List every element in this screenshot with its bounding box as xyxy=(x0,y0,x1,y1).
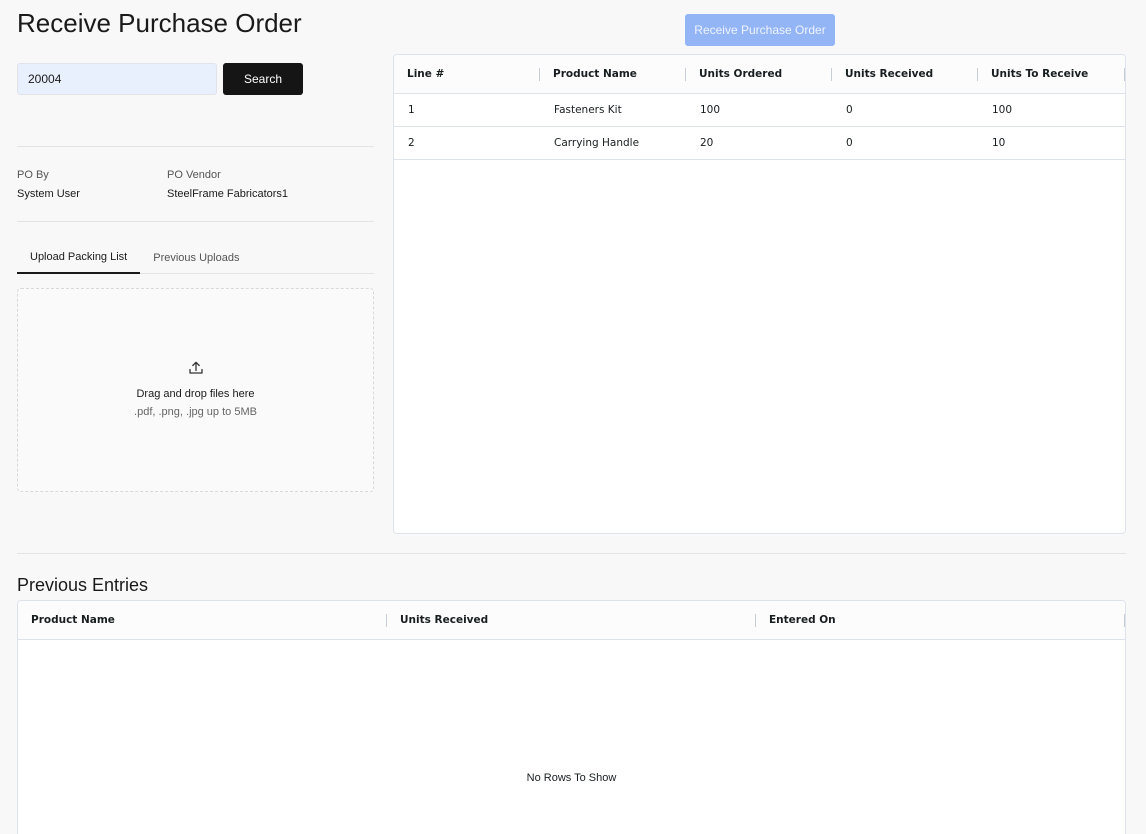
no-rows-message: No Rows To Show xyxy=(526,772,617,784)
column-header-line[interactable]: Line # xyxy=(394,55,540,93)
po-vendor-value: SteelFrame Fabricators1 xyxy=(167,188,289,200)
cell-line: 2 xyxy=(408,137,415,149)
receive-purchase-order-button[interactable]: Receive Purchase Order xyxy=(685,14,835,46)
tab-upload-packing-list[interactable]: Upload Packing List xyxy=(17,241,141,274)
column-header-units-to-receive[interactable]: Units To Receive xyxy=(978,55,1125,93)
cell-units-ordered: 100 xyxy=(700,104,721,116)
table-row[interactable]: 1 Fasteners Kit 100 0 100 xyxy=(394,94,1125,127)
grid-header: Line # Product Name Units Ordered Units … xyxy=(394,55,1125,94)
cell-units-to-receive[interactable]: 10 xyxy=(978,127,1125,159)
po-by-label: PO By xyxy=(17,169,49,181)
column-header-units-received[interactable]: Units Received xyxy=(832,55,978,93)
po-lines-grid: Line # Product Name Units Ordered Units … xyxy=(393,54,1126,534)
divider xyxy=(17,146,374,147)
dropzone-main-text: Drag and drop files here xyxy=(136,388,255,400)
column-header-units-received[interactable]: Units Received xyxy=(387,601,756,639)
po-vendor-label: PO Vendor xyxy=(167,169,221,181)
cell-units-to-receive[interactable]: 100 xyxy=(978,94,1125,126)
po-search-input[interactable] xyxy=(17,63,217,95)
cell-units-received: 0 xyxy=(846,104,853,116)
search-button[interactable]: Search xyxy=(223,63,303,95)
column-header-product-name[interactable]: Product Name xyxy=(540,55,686,93)
column-header-entered-on[interactable]: Entered On xyxy=(756,601,1125,639)
divider xyxy=(17,221,374,222)
upload-icon xyxy=(188,361,203,374)
tab-previous-uploads[interactable]: Previous Uploads xyxy=(140,241,252,274)
cell-units-received: 0 xyxy=(846,137,853,149)
upload-tabs: Upload Packing List Previous Uploads xyxy=(17,241,374,274)
previous-entries-title: Previous Entries xyxy=(17,575,149,595)
table-row[interactable]: 2 Carrying Handle 20 0 10 xyxy=(394,127,1125,160)
po-by-value: System User xyxy=(17,188,80,200)
cell-product-name: Fasteners Kit xyxy=(554,104,622,116)
file-dropzone[interactable]: Drag and drop files here .pdf, .png, .jp… xyxy=(17,288,374,492)
page-title: Receive Purchase Order xyxy=(17,8,302,38)
column-header-product-name[interactable]: Product Name xyxy=(18,601,387,639)
dropzone-sub-text: .pdf, .png, .jpg up to 5MB xyxy=(134,406,257,418)
grid-header: Product Name Units Received Entered On xyxy=(18,601,1125,640)
cell-product-name: Carrying Handle xyxy=(554,137,640,149)
divider xyxy=(17,553,1126,554)
cell-line: 1 xyxy=(408,104,415,116)
column-header-units-ordered[interactable]: Units Ordered xyxy=(686,55,832,93)
previous-entries-grid: Product Name Units Received Entered On N… xyxy=(17,600,1126,834)
cell-units-ordered: 20 xyxy=(700,137,714,149)
